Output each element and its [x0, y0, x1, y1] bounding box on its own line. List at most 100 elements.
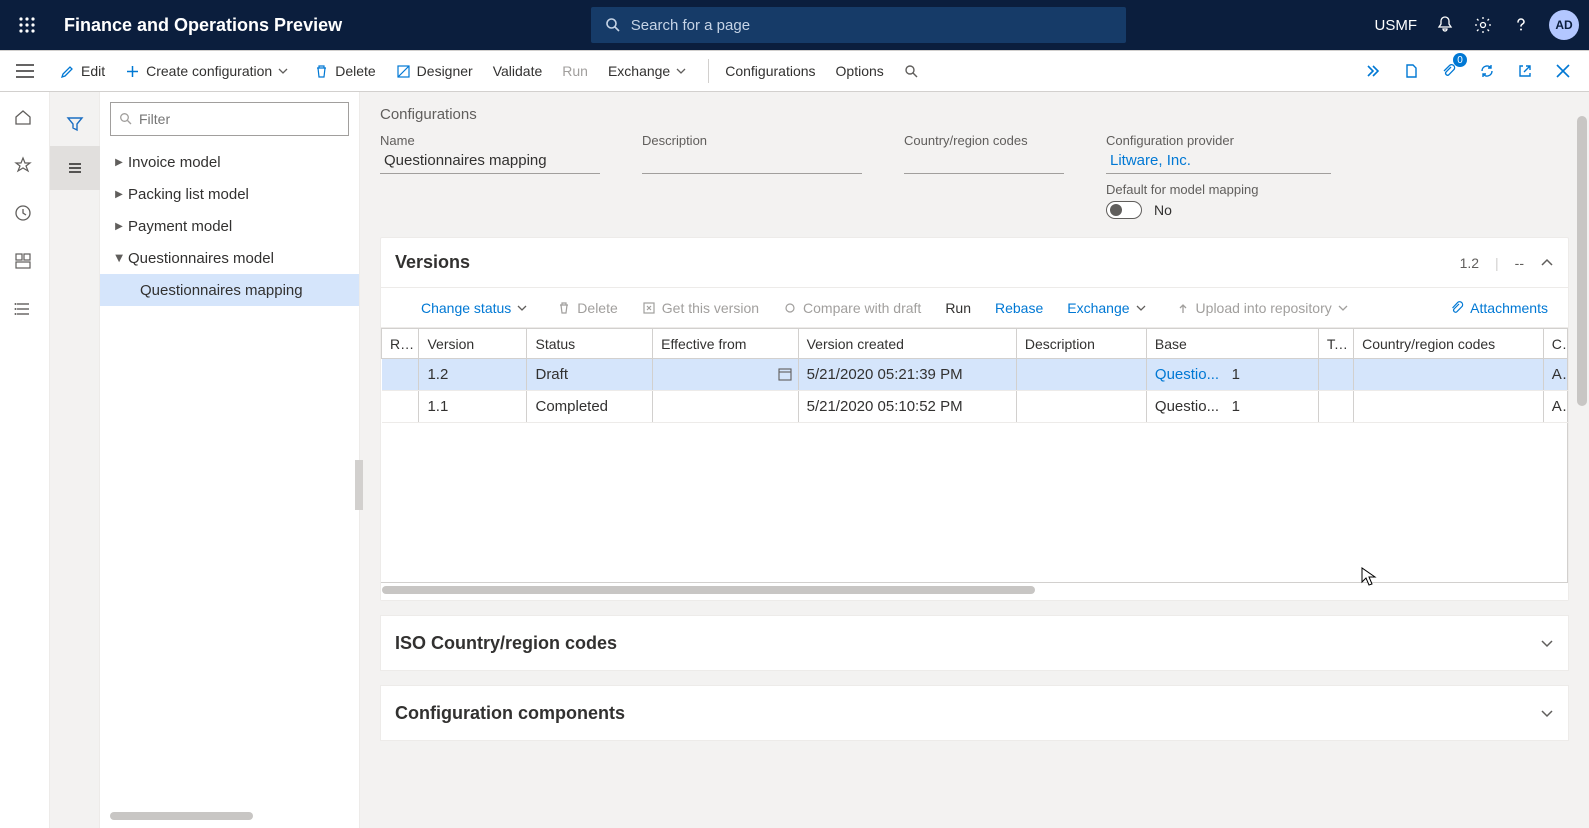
iso-codes-section[interactable]: ISO Country/region codes [380, 615, 1569, 671]
related-info-icon[interactable] [1361, 59, 1385, 83]
trash-icon [314, 64, 329, 79]
chevron-down-icon [1540, 706, 1554, 720]
versions-summary-version: 1.2 [1460, 255, 1479, 271]
workspaces-icon[interactable] [14, 252, 36, 274]
col-country[interactable]: Country/region codes [1354, 329, 1544, 359]
col-version[interactable]: Version [419, 329, 527, 359]
home-icon[interactable] [14, 108, 36, 130]
tree-tool-column [50, 92, 100, 828]
nav-toggle-icon[interactable] [0, 50, 50, 92]
table-row[interactable]: 1.1Completed5/21/2020 05:10:52 PMQuestio… [382, 391, 1568, 423]
app-title: Finance and Operations Preview [64, 15, 342, 36]
notifications-icon[interactable] [1435, 15, 1455, 35]
chevron-down-icon [1136, 303, 1146, 313]
chevron-down-icon [676, 66, 686, 76]
versions-grid: R... Version Status Effective from Versi… [381, 328, 1568, 423]
attachments-count: 0 [1453, 53, 1467, 67]
search-input[interactable] [631, 17, 1112, 34]
create-configuration-button[interactable]: Create configuration [115, 51, 304, 91]
pencil-icon [60, 64, 75, 79]
find-button[interactable] [894, 51, 935, 91]
company-code[interactable]: USMF [1375, 17, 1418, 34]
configurations-tab[interactable]: Configurations [715, 51, 825, 91]
top-nav-bar: Finance and Operations Preview USMF AD [0, 0, 1589, 50]
chevron-down-icon [1540, 636, 1554, 650]
list-tool-icon[interactable] [50, 146, 100, 190]
tree-item-payment-model[interactable]: ▶Payment model [100, 210, 359, 242]
version-exchange-button[interactable]: Exchange [1057, 288, 1161, 327]
config-tree-panel: ▶Invoice model ▶Packing list model ▶Paym… [100, 92, 360, 828]
attachment-icon [1450, 301, 1464, 315]
filter-tool-icon[interactable] [50, 102, 100, 146]
col-description[interactable]: Description [1016, 329, 1146, 359]
versions-card: Versions 1.2 | -- Change status Delete [380, 237, 1569, 601]
designer-button[interactable]: Designer [386, 51, 483, 91]
options-tab[interactable]: Options [826, 51, 894, 91]
close-icon[interactable] [1551, 59, 1575, 83]
tree-filter-box[interactable] [110, 102, 349, 136]
table-row[interactable]: 1.2Draft5/21/2020 05:21:39 PMQuestio... … [382, 359, 1568, 391]
help-icon[interactable] [1511, 15, 1531, 35]
left-nav-rail [0, 92, 50, 828]
delete-button[interactable]: Delete [304, 51, 385, 91]
attachments-button[interactable]: 0 [1437, 59, 1461, 83]
modules-icon[interactable] [14, 300, 36, 322]
provider-link[interactable]: Litware, Inc. [1106, 148, 1331, 174]
change-status-button[interactable]: Change status [391, 288, 543, 327]
config-tree: ▶Invoice model ▶Packing list model ▶Paym… [100, 142, 359, 310]
country-field[interactable] [904, 148, 1064, 174]
col-effective[interactable]: Effective from [653, 329, 798, 359]
settings-gear-icon[interactable] [1473, 15, 1493, 35]
app-launcher-icon[interactable] [10, 8, 44, 42]
default-mapping-value: No [1154, 202, 1172, 218]
tree-item-questionnaires-mapping[interactable]: Questionnaires mapping [100, 274, 359, 306]
edit-button[interactable]: Edit [50, 51, 115, 91]
recent-icon[interactable] [14, 204, 36, 226]
version-delete-button: Delete [547, 288, 627, 327]
validate-button[interactable]: Validate [483, 51, 553, 91]
chevron-up-icon[interactable] [1540, 256, 1554, 270]
tree-filter-input[interactable] [139, 111, 340, 127]
search-icon [904, 64, 919, 79]
tree-horiz-scrollbar[interactable] [110, 812, 349, 822]
description-field[interactable] [642, 148, 862, 174]
rebase-button[interactable]: Rebase [985, 288, 1053, 327]
col-r[interactable]: R... [382, 329, 419, 359]
action-bar: Edit Create configuration Delete Designe… [0, 50, 1589, 92]
grid-horiz-scrollbar[interactable] [381, 586, 1568, 600]
name-field[interactable]: Questionnaires mapping [380, 148, 600, 174]
global-search[interactable] [591, 7, 1126, 43]
chevron-down-icon [278, 66, 288, 76]
chevron-down-icon [517, 303, 527, 313]
exchange-button[interactable]: Exchange [598, 51, 702, 91]
compare-draft-button: Compare with draft [773, 288, 931, 327]
col-cc[interactable]: C [1543, 329, 1567, 359]
plus-icon [125, 64, 140, 79]
col-t[interactable]: T... [1318, 329, 1353, 359]
tree-item-packing-list-model[interactable]: ▶Packing list model [100, 178, 359, 210]
default-mapping-label: Default for model mapping [1106, 182, 1331, 197]
content-vert-scrollbar[interactable] [1577, 116, 1587, 406]
avatar[interactable]: AD [1549, 10, 1579, 40]
refresh-icon[interactable] [1475, 59, 1499, 83]
download-icon [642, 301, 656, 315]
compare-icon [783, 301, 797, 315]
tree-item-invoice-model[interactable]: ▶Invoice model [100, 146, 359, 178]
default-mapping-toggle[interactable] [1106, 201, 1142, 219]
version-attachments-button[interactable]: Attachments [1440, 288, 1558, 327]
config-components-section[interactable]: Configuration components [380, 685, 1569, 741]
col-base[interactable]: Base [1146, 329, 1318, 359]
popout-icon[interactable] [1513, 59, 1537, 83]
trash-icon [557, 301, 571, 315]
main-content: Configurations Name Questionnaires mappi… [360, 92, 1589, 828]
favorites-icon[interactable] [14, 156, 36, 178]
tree-item-questionnaires-model[interactable]: ▶Questionnaires model [100, 242, 359, 274]
office-addin-icon[interactable] [1399, 59, 1423, 83]
chevron-down-icon [1338, 303, 1348, 313]
get-version-button: Get this version [632, 288, 769, 327]
col-created[interactable]: Version created [798, 329, 1016, 359]
version-run-button[interactable]: Run [935, 288, 981, 327]
col-status[interactable]: Status [527, 329, 653, 359]
calendar-icon[interactable] [778, 367, 792, 381]
provider-label: Configuration provider [1106, 133, 1331, 148]
